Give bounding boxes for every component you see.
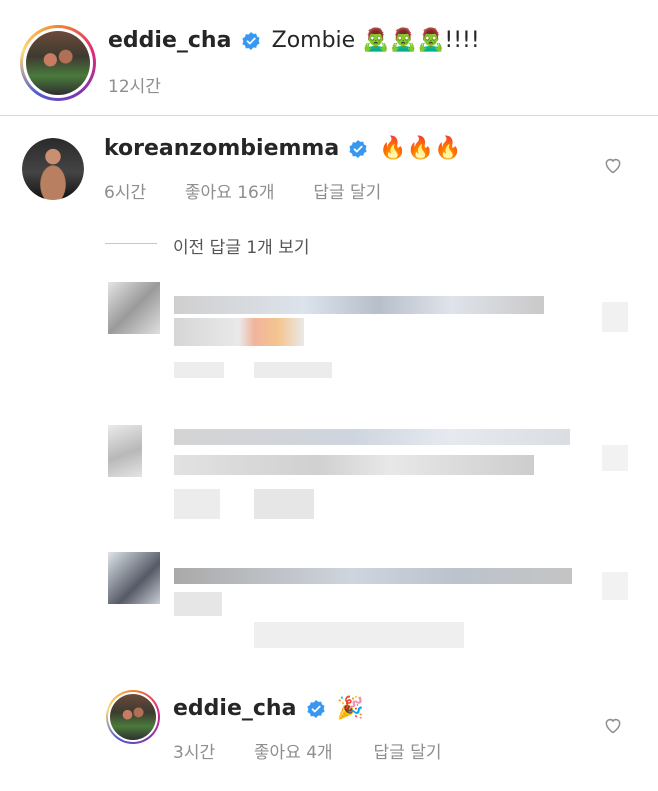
comment-meta: 6시간 좋아요 16개 답글 달기 <box>104 178 381 203</box>
reply-likes[interactable]: 좋아요 4개 <box>254 743 333 763</box>
post-author-avatar[interactable] <box>20 25 96 101</box>
comment-username[interactable]: koreanzombiemma <box>104 136 339 161</box>
reply-body: eddie_cha 🎉 <box>173 696 364 723</box>
heart-icon[interactable] <box>603 155 623 175</box>
post-time: 12시간 <box>108 77 161 97</box>
reply-button[interactable]: 답글 달기 <box>374 743 442 763</box>
comment-body: koreanzombiemma 🔥🔥🔥 <box>104 136 462 163</box>
reply-username[interactable]: eddie_cha <box>173 696 296 721</box>
comment-likes[interactable]: 좋아요 16개 <box>185 183 275 203</box>
reply-time: 3시간 <box>173 743 216 763</box>
comment-text: 🔥🔥🔥 <box>379 136 462 161</box>
heart-icon[interactable] <box>603 715 623 735</box>
view-previous-replies[interactable]: 이전 답글 1개 보기 <box>173 233 310 258</box>
verified-icon <box>349 139 367 158</box>
verified-icon <box>241 31 260 50</box>
post-text: Zombie 🧟‍♂️🧟‍♂️🧟‍♂️!!!! <box>271 28 480 53</box>
post-caption: eddie_cha Zombie 🧟‍♂️🧟‍♂️🧟‍♂️!!!! <box>108 28 480 55</box>
blurred-reply <box>108 282 638 382</box>
comment-avatar[interactable] <box>22 138 84 200</box>
reply-author-avatar[interactable] <box>106 690 160 744</box>
reply-button[interactable]: 답글 달기 <box>313 183 381 203</box>
verified-icon <box>306 699 325 718</box>
blurred-reply <box>108 425 638 525</box>
reply-text: 🎉 <box>336 696 365 721</box>
reply-meta: 3시간 좋아요 4개 답글 달기 <box>173 738 441 763</box>
blurred-reply <box>108 552 638 652</box>
post-username[interactable]: eddie_cha <box>108 28 231 53</box>
comment-time: 6시간 <box>104 183 147 203</box>
replies-line <box>105 243 157 244</box>
divider <box>0 115 658 116</box>
